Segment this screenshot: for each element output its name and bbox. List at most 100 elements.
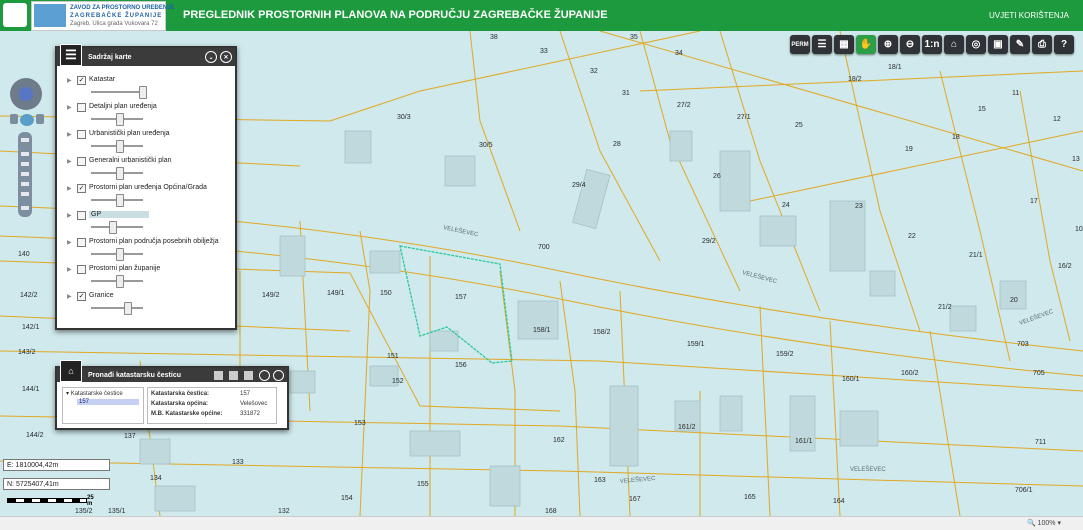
close-icon[interactable]	[273, 369, 284, 381]
zoom-level-tick[interactable]	[21, 192, 29, 196]
print-button[interactable]: ⎙	[1032, 35, 1052, 54]
zoom-out-tick[interactable]	[21, 206, 29, 210]
layer-row[interactable]: ▶ ✓ Katastar	[67, 76, 227, 102]
layers-button[interactable]: ▦	[834, 35, 854, 54]
layer-checkbox[interactable]	[77, 130, 86, 139]
parcel-number: 33	[540, 48, 548, 55]
binoculars-button[interactable]: ◎	[966, 35, 986, 54]
parcel-number: 156	[455, 362, 467, 369]
globe-icon[interactable]	[20, 114, 34, 126]
expand-arrow-icon[interactable]: ▶	[67, 131, 72, 138]
status-bar: 🔍 100% ▾	[0, 516, 1083, 530]
parcel-number: 164	[833, 498, 845, 505]
draw-button[interactable]: ✎	[1010, 35, 1030, 54]
tree-header[interactable]: ▾ Katastarske čestice	[66, 390, 143, 397]
info-value: Velešovec	[240, 401, 268, 407]
parcel-number: 158/1	[533, 327, 551, 334]
zoom-out-button[interactable]: ⊖	[900, 35, 920, 54]
opacity-slider-thumb[interactable]	[116, 113, 124, 126]
layer-checkbox[interactable]: ✓	[77, 76, 86, 85]
parcel-number: 35	[630, 34, 638, 41]
list-view-icon[interactable]	[229, 370, 238, 380]
parcel-number: 32	[590, 68, 598, 75]
opacity-slider-thumb[interactable]	[116, 194, 124, 207]
zoom-level-tick[interactable]	[21, 152, 29, 156]
trash-icon[interactable]	[244, 370, 253, 380]
layer-checkbox[interactable]: ✓	[77, 292, 86, 301]
rotate-right-icon[interactable]	[36, 114, 44, 124]
easting-coordinate: E: 1810004,42m	[3, 459, 110, 471]
collapse-icon[interactable]: ⌄	[205, 51, 217, 63]
opacity-slider-thumb[interactable]	[124, 302, 132, 315]
parcel-number: 161/1	[795, 438, 813, 445]
parcel-finder-title: Pronađi katastarsku česticu	[88, 371, 181, 379]
zoom-level-tick[interactable]	[21, 182, 29, 186]
pan-compass-icon[interactable]	[10, 78, 42, 110]
layer-row[interactable]: ▶ GP	[67, 211, 227, 237]
perm-button[interactable]: PERM	[790, 35, 810, 54]
opacity-slider-thumb[interactable]	[116, 140, 124, 153]
layer-checkbox[interactable]	[77, 265, 86, 274]
layer-row[interactable]: ▶ ✓ Prostorni plan uređenja Općina/Grada	[67, 184, 227, 210]
layer-row[interactable]: ▶ Detaljni plan uređenja	[67, 103, 227, 129]
parcel-number: 21/1	[969, 252, 983, 259]
photo-button[interactable]: ▣	[988, 35, 1008, 54]
scale-button[interactable]: 1:n	[922, 35, 942, 54]
find-parcel-button[interactable]: ⌂	[944, 35, 964, 54]
zoom-in-button[interactable]: ⊕	[878, 35, 898, 54]
zoom-level-tick[interactable]	[21, 162, 29, 166]
institute-logo[interactable]: ZAVOD ZA PROSTORNO UREĐENJE ZAGREBAČKE Ž…	[31, 1, 175, 31]
zoom-level-tick[interactable]	[21, 172, 29, 176]
expand-arrow-icon[interactable]: ▶	[67, 266, 72, 273]
expand-arrow-icon[interactable]: ▶	[67, 293, 72, 300]
tree-item-parcel[interactable]: 157	[77, 399, 139, 405]
parcel-number: 144/2	[26, 432, 44, 439]
info-key: Katastarska čestica:	[151, 391, 210, 397]
opacity-track[interactable]	[91, 91, 143, 93]
expand-arrow-icon[interactable]: ▶	[67, 239, 72, 246]
layer-checkbox[interactable]	[77, 157, 86, 166]
list-button[interactable]: ☰	[812, 35, 832, 54]
pan-button[interactable]: ✋	[856, 35, 876, 54]
opacity-slider-thumb[interactable]	[109, 221, 117, 234]
layer-checkbox[interactable]	[77, 103, 86, 112]
expand-arrow-icon[interactable]: ▶	[67, 77, 72, 84]
expand-arrow-icon[interactable]: ▶	[67, 158, 72, 165]
zoom-level[interactable]: 🔍 100% ▾	[1027, 519, 1061, 527]
opacity-slider-thumb[interactable]	[139, 86, 147, 99]
opacity-slider-thumb[interactable]	[116, 167, 124, 180]
expand-arrow-icon[interactable]: ▶	[67, 185, 72, 192]
opacity-track[interactable]	[91, 307, 143, 309]
road-label: VELEŠEVEC	[741, 269, 778, 285]
opacity-slider-thumb[interactable]	[116, 275, 124, 288]
close-icon[interactable]: ✕	[220, 51, 232, 63]
parcel-number: 161/2	[678, 424, 696, 431]
layer-row[interactable]: ▶ Urbanistički plan uređenja	[67, 130, 227, 156]
opacity-track[interactable]	[91, 226, 143, 228]
parcel-number: 167	[629, 496, 641, 503]
layer-label: Katastar	[89, 76, 116, 83]
layer-checkbox[interactable]	[77, 238, 86, 247]
parcel-number: 152	[392, 378, 404, 385]
layer-row[interactable]: ▶ Prostorni plan područja posebnih obilje…	[67, 238, 227, 264]
map-view-icon[interactable]	[214, 370, 223, 380]
parcel-number: 31	[622, 90, 630, 97]
expand-arrow-icon[interactable]: ▶	[67, 212, 72, 219]
layer-row[interactable]: ▶ Generalni urbanistički plan	[67, 157, 227, 183]
expand-arrow-icon[interactable]: ▶	[67, 104, 72, 111]
rotate-left-icon[interactable]	[10, 114, 18, 124]
layer-checkbox[interactable]: ✓	[77, 184, 86, 193]
terms-link[interactable]: UVJETI KORIŠTENJA	[989, 11, 1069, 20]
zoom-in-tick[interactable]	[21, 138, 29, 142]
parcel-number: 150	[380, 290, 392, 297]
layer-row[interactable]: ▶ Prostorni plan županije	[67, 265, 227, 291]
help-button[interactable]: ?	[1054, 35, 1074, 54]
road-label: VELEŠEVEC	[443, 224, 480, 238]
opacity-slider-thumb[interactable]	[116, 248, 124, 261]
parcel-number: 19	[905, 146, 913, 153]
layer-label: Prostorni plan županije	[89, 265, 161, 272]
collapse-icon[interactable]	[259, 369, 270, 381]
zoom-slider[interactable]	[18, 132, 32, 217]
layer-checkbox[interactable]	[77, 211, 86, 220]
layer-row[interactable]: ▶ ✓ Granice	[67, 292, 227, 318]
